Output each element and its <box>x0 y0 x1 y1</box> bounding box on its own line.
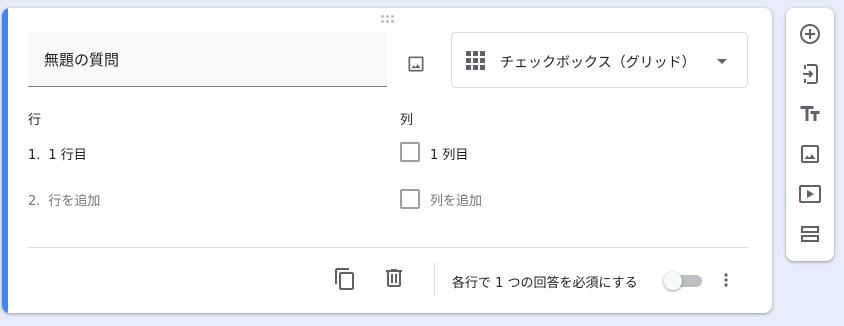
add-circle-icon[interactable] <box>798 22 822 46</box>
floating-toolbar <box>786 8 834 261</box>
copy-icon[interactable] <box>333 267 357 291</box>
question-card[interactable]: 無題の質問 チェックボックス（グリッド） 行 列 1. 1 行目 2. 行を追加 1… <box>2 8 772 313</box>
video-icon[interactable] <box>798 182 822 206</box>
column-label[interactable]: 1 列目 <box>430 144 468 163</box>
footer-vertical-divider <box>434 263 435 295</box>
rows-header: 行 <box>28 113 42 128</box>
active-card-indicator <box>2 8 8 313</box>
row-item-1[interactable]: 1. 1 行目 <box>28 144 87 163</box>
add-row-label[interactable]: 行を追加 <box>48 194 100 209</box>
grid-icon <box>466 51 486 71</box>
question-title-text[interactable]: 無題の質問 <box>44 49 119 70</box>
trash-icon[interactable] <box>382 266 406 290</box>
dropdown-arrow-icon <box>717 59 727 64</box>
import-icon[interactable] <box>798 62 822 86</box>
row-label[interactable]: 1 行目 <box>48 148 86 163</box>
toggle-knob <box>664 272 682 290</box>
question-type-label: チェックボックス（グリッド） <box>500 55 696 71</box>
columns-header: 列 <box>400 113 414 128</box>
column-checkbox-icon <box>400 142 420 162</box>
question-title-field[interactable]: 無題の質問 <box>28 32 387 87</box>
required-label: 各行で 1 つの回答を必須にする <box>452 276 638 291</box>
required-toggle[interactable] <box>664 272 702 290</box>
column-checkbox-icon <box>400 189 420 209</box>
add-image-icon[interactable] <box>406 54 426 74</box>
row-number: 1. <box>28 148 41 163</box>
title-text-icon[interactable] <box>798 102 822 126</box>
more-vert-icon[interactable] <box>716 270 736 290</box>
section-icon[interactable] <box>798 222 822 246</box>
add-column-label[interactable]: 列を追加 <box>430 190 482 209</box>
question-type-select[interactable]: チェックボックス（グリッド） <box>451 32 748 88</box>
image-icon[interactable] <box>798 142 822 166</box>
row-number: 2. <box>28 194 41 209</box>
footer-divider <box>28 247 748 248</box>
add-row-item[interactable]: 2. 行を追加 <box>28 190 100 209</box>
drag-handle-icon[interactable] <box>380 15 396 25</box>
